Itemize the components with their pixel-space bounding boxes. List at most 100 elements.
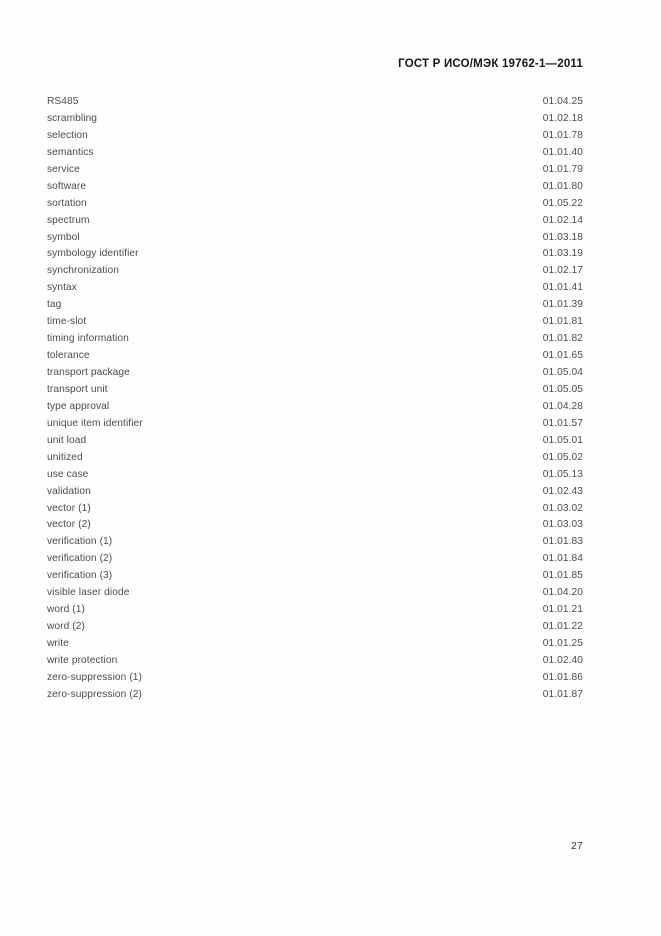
index-entry-code: 01.05.05 <box>542 383 583 395</box>
index-entry-code: 01.01.84 <box>542 553 583 565</box>
index-entry-term: vector (1) <box>47 502 91 514</box>
index-entry-term: verification (1) <box>47 536 113 548</box>
index-entry-row: vector (1) 01.03.02 <box>47 501 583 518</box>
index-entry-code: 01.02.43 <box>542 485 583 497</box>
index-entry-row: vector (2) 01.03.03 <box>47 517 583 534</box>
index-entry-row: transport unit 01.05.05 <box>47 382 583 399</box>
index-entry-row: unit load 01.05.01 <box>47 433 583 450</box>
index-entry-term: verification (2) <box>47 553 113 565</box>
index-entry-term: service <box>47 163 80 175</box>
index-entry-term: validation <box>47 485 91 497</box>
index-entry-term: syntax <box>47 282 77 294</box>
index-entry-code: 01.01.65 <box>542 350 583 362</box>
index-entry-row: write protection 01.02.40 <box>47 653 583 670</box>
index-entry-term: transport package <box>47 367 130 378</box>
index-entry-term: unique item identifier <box>47 417 143 429</box>
index-entry-code: 01.01.41 <box>542 282 583 294</box>
index-entry-term: vector (2) <box>47 519 91 531</box>
index-entry-code: 01.02.40 <box>542 654 583 666</box>
index-entry-row: selection 01.01.78 <box>47 128 583 145</box>
index-entry-row: use case 01.05.13 <box>47 467 583 484</box>
index-entry-row: semantics 01.01.40 <box>47 145 583 162</box>
index-entry-row: visible laser diode 01.04.20 <box>47 585 583 602</box>
index-entry-row: verification (3) 01.01.85 <box>47 568 583 585</box>
index-entry-term: sortation <box>47 197 87 209</box>
index-entry-row: word (1) 01.01.21 <box>47 602 583 619</box>
index-entry-term: zero-suppression (1) <box>47 671 143 683</box>
index-entry-row: verification (1) 01.01.83 <box>47 534 583 551</box>
index-entry-code: 01.01.86 <box>542 671 583 683</box>
index-entry-row: zero-suppression (1) 01.01.86 <box>47 670 583 687</box>
index-entry-term: unitized <box>47 451 83 463</box>
index-entry-code: 01.01.39 <box>542 299 583 311</box>
index-entry-code: 01.05.22 <box>542 197 583 209</box>
index-entry-code: 01.03.02 <box>542 502 583 514</box>
index-entry-row: symbology identifier 01.03.19 <box>47 246 583 263</box>
index-entry-row: tag 01.01.39 <box>47 297 583 314</box>
index-entry-row: verification (2) 01.01.84 <box>47 551 583 568</box>
index-entry-row: type approval 01.04.28 <box>47 399 583 416</box>
index-entry-row: unitized 01.05.02 <box>47 450 583 467</box>
index-entry-row: spectrum 01.02.14 <box>47 213 583 230</box>
index-entry-term: timing information <box>47 333 129 345</box>
index-entry-row: RS485 01.04.25 <box>47 94 583 111</box>
index-entry-code: 01.01.78 <box>542 129 583 141</box>
index-entry-row: validation 01.02.43 <box>47 484 583 501</box>
index-entry-code: 01.03.18 <box>542 231 583 243</box>
index-entry-code: 01.03.03 <box>542 519 583 531</box>
page-number: 27 <box>570 840 583 852</box>
index-entry-term: write <box>47 638 69 649</box>
index-entry-code: 01.05.04 <box>542 367 583 378</box>
index-entry-term: symbol <box>47 231 80 243</box>
index-entry-term: zero-suppression (2) <box>47 688 143 700</box>
index-entry-term: visible laser diode <box>47 587 130 599</box>
index-entry-row: word (2) 01.01.22 <box>47 619 583 636</box>
index-entry-code: 01.01.80 <box>542 180 583 192</box>
index-entry-term: scrambling <box>47 112 98 124</box>
index-entry-row: tolerance 01.01.65 <box>47 348 583 365</box>
alphabetical-index-list: RS485 01.04.25 scrambling 01.02.18 selection… <box>47 94 583 704</box>
index-entry-code: 01.01.83 <box>542 536 583 548</box>
index-entry-term: use case <box>47 468 89 480</box>
index-entry-row: unique item identifier 01.01.57 <box>47 416 583 433</box>
index-entry-code: 01.03.19 <box>542 248 583 260</box>
index-entry-code: 01.05.13 <box>542 468 583 480</box>
index-entry-term: synchronization <box>47 265 119 277</box>
index-entry-term: unit load <box>47 434 87 446</box>
index-entry-term: RS485 <box>47 96 79 107</box>
index-entry-term: time-slot <box>47 316 87 328</box>
index-entry-term: word (1) <box>47 604 86 616</box>
index-entry-term: selection <box>47 129 88 141</box>
index-entry-row: transport package 01.05.04 <box>47 365 583 382</box>
index-entry-term: word (2) <box>47 621 86 633</box>
index-entry-term: software <box>47 180 87 192</box>
index-entry-row: sortation 01.05.22 <box>47 196 583 213</box>
index-entry-row: write 01.01.25 <box>47 636 583 653</box>
index-entry-code: 01.05.01 <box>542 434 583 446</box>
index-entry-code: 01.02.14 <box>542 214 583 226</box>
index-entry-row: synchronization 01.02.17 <box>47 263 583 280</box>
index-entry-code: 01.05.02 <box>542 451 583 463</box>
index-entry-row: time-slot 01.01.81 <box>47 314 583 331</box>
index-entry-code: 01.01.82 <box>542 333 583 345</box>
index-entry-code: 01.01.81 <box>542 316 583 328</box>
index-entry-row: symbol 01.03.18 <box>47 230 583 247</box>
index-entry-code: 01.02.17 <box>542 265 583 277</box>
page-header-standard-title: ГОСТ Р ИСО/МЭК 19762-1—2011 <box>398 58 583 70</box>
index-entry-term: symbology identifier <box>47 248 139 260</box>
index-entry-term: tolerance <box>47 350 90 362</box>
index-entry-code: 01.01.79 <box>542 163 583 175</box>
index-entry-row: scrambling 01.02.18 <box>47 111 583 128</box>
document-page: ГОСТ Р ИСО/МЭК 19762-1—2011 RS485 01.04.2… <box>0 0 661 936</box>
index-entry-code: 01.04.20 <box>542 587 583 599</box>
index-entry-code: 01.02.18 <box>542 112 583 124</box>
index-entry-term: write protection <box>47 654 118 666</box>
index-entry-code: 01.01.21 <box>542 604 583 616</box>
index-entry-row: service 01.01.79 <box>47 162 583 179</box>
index-entry-code: 01.04.28 <box>542 400 583 412</box>
index-entry-code: 01.01.25 <box>542 638 583 649</box>
index-entry-term: type approval <box>47 400 110 412</box>
index-entry-term: tag <box>47 299 62 311</box>
index-entry-term: spectrum <box>47 214 90 226</box>
index-entry-code: 01.01.85 <box>542 570 583 582</box>
